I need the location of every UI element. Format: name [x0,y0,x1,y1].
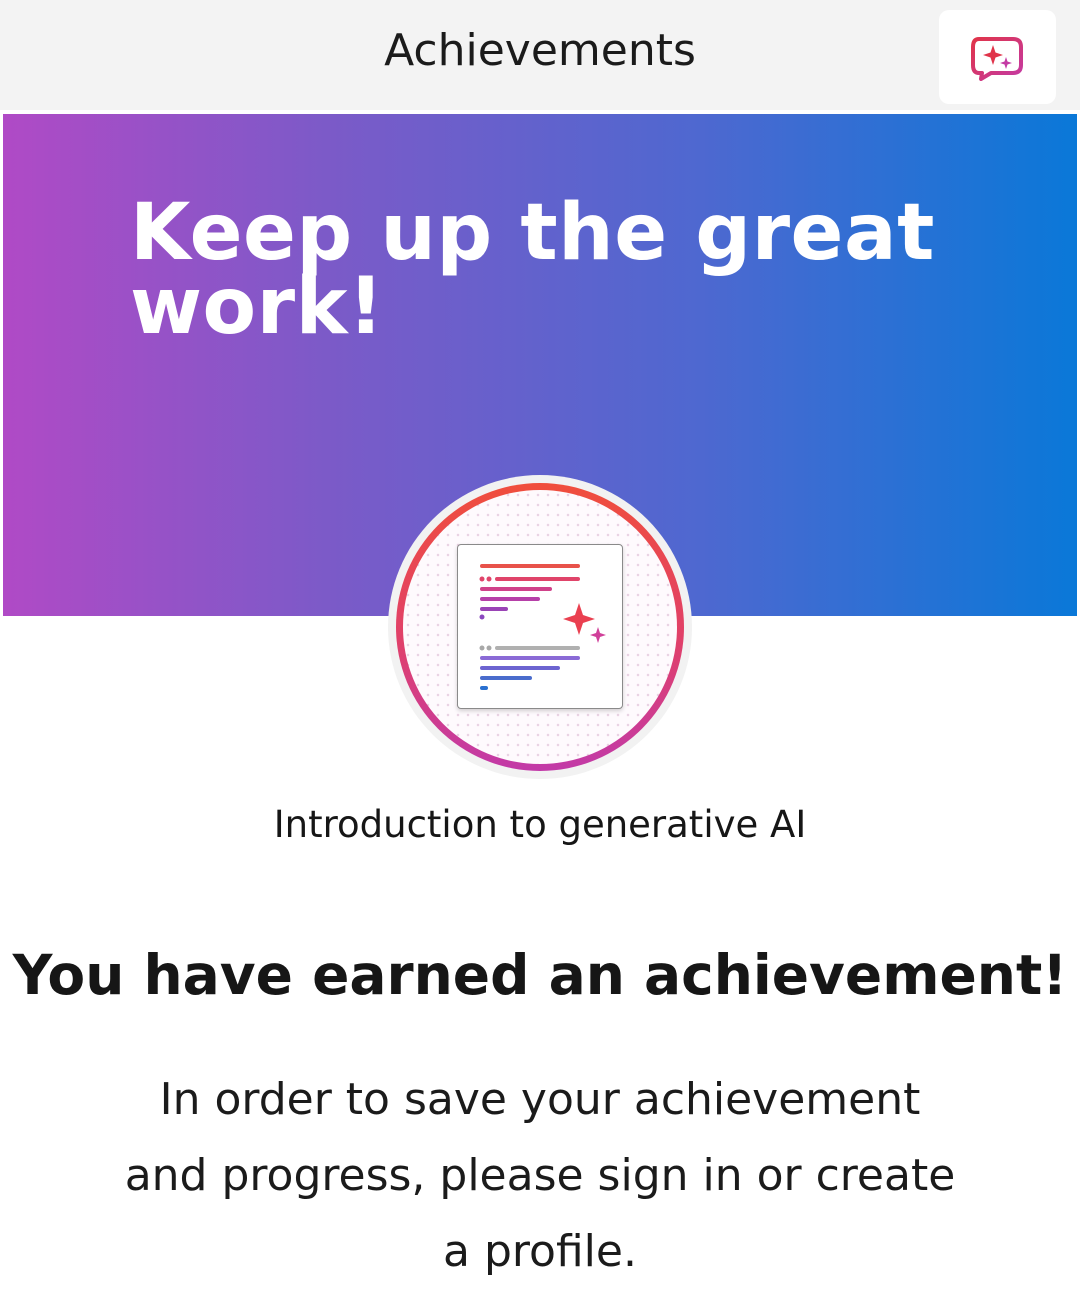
achievement-heading: You have earned an achievement! [12,943,1068,1007]
copilot-button[interactable] [939,10,1056,104]
document-sparkle-badge-icon [457,544,623,709]
copilot-chat-sparkle-icon [971,37,1023,81]
top-bar: Achievements [0,0,1080,110]
page-title: Achievements [384,25,696,76]
sign-in-message: In order to save your achievement and pr… [124,1074,956,1277]
module-title: Introduction to generative AI [273,803,807,846]
banner-heading: Keep up the great work! [130,188,935,352]
